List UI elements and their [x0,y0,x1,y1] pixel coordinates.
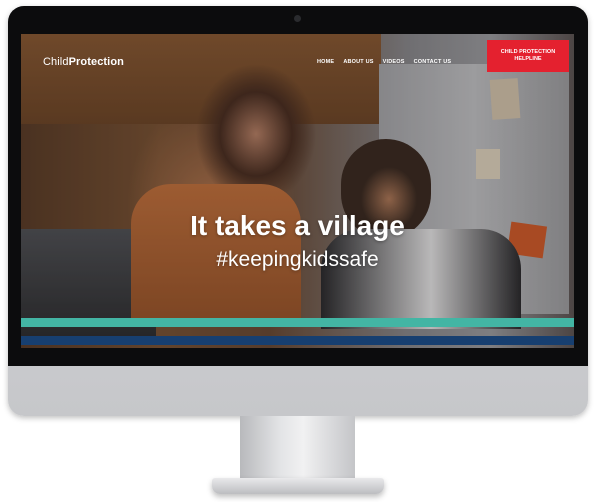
nav-contact-link[interactable]: CONTACT US [414,59,452,65]
teal-stripe [21,318,574,327]
webcam-icon [294,15,301,22]
nav-videos-link[interactable]: VIDEOS [383,59,405,65]
hero-image-overlay [21,34,574,348]
logo-text-child: Child [43,56,69,68]
monitor-frame: ChildProtection HOME ABOUT US VIDEOS CON… [8,6,588,416]
monitor-stand-neck [240,416,355,486]
hero-title: It takes a village [190,210,405,241]
logo-text-protection: Protection [68,56,124,68]
monitor-bezel: ChildProtection HOME ABOUT US VIDEOS CON… [8,6,588,366]
monitor-stand-base [212,478,384,494]
nav-about-link[interactable]: ABOUT US [343,59,373,65]
hero-hashtag: #keepingkidssafe [216,248,379,271]
navy-stripe [21,336,574,345]
helpline-button[interactable]: CHILD PROTECTION HELPLINE [487,40,569,72]
main-nav: HOME ABOUT US VIDEOS CONTACT US [317,59,451,65]
nav-home-link[interactable]: HOME [317,59,334,65]
site-logo[interactable]: ChildProtection [43,56,124,68]
website-screen: ChildProtection HOME ABOUT US VIDEOS CON… [21,34,574,348]
